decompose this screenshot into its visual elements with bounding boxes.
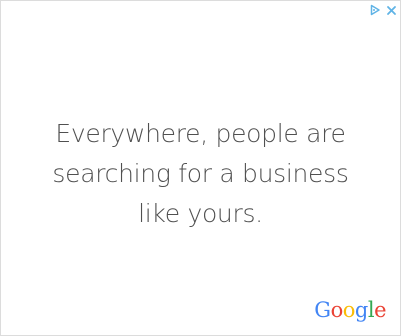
close-icon	[387, 5, 396, 15]
ad-message-line-3[interactable]: like yours.	[1, 194, 400, 234]
logo-letter: e	[374, 298, 386, 322]
ad-message-line-1[interactable]: Everywhere, people are	[1, 114, 400, 154]
logo-letter: o	[330, 298, 344, 322]
adchoices-triangle-icon	[370, 4, 380, 16]
adchoices-icon[interactable]	[367, 3, 382, 18]
adchoices-bar	[367, 2, 399, 18]
logo-letter: o	[342, 298, 356, 322]
close-ad-button[interactable]	[384, 3, 399, 18]
google-logo[interactable]: Google	[314, 298, 386, 322]
ad-container[interactable]: Everywhere, people are searching for a b…	[0, 0, 401, 336]
ad-message-line-2[interactable]: searching for a business	[1, 154, 400, 194]
ad-message[interactable]: Everywhere, people are searching for a b…	[1, 114, 400, 234]
logo-letter: g	[354, 298, 368, 322]
logo-letter: G	[314, 298, 331, 322]
